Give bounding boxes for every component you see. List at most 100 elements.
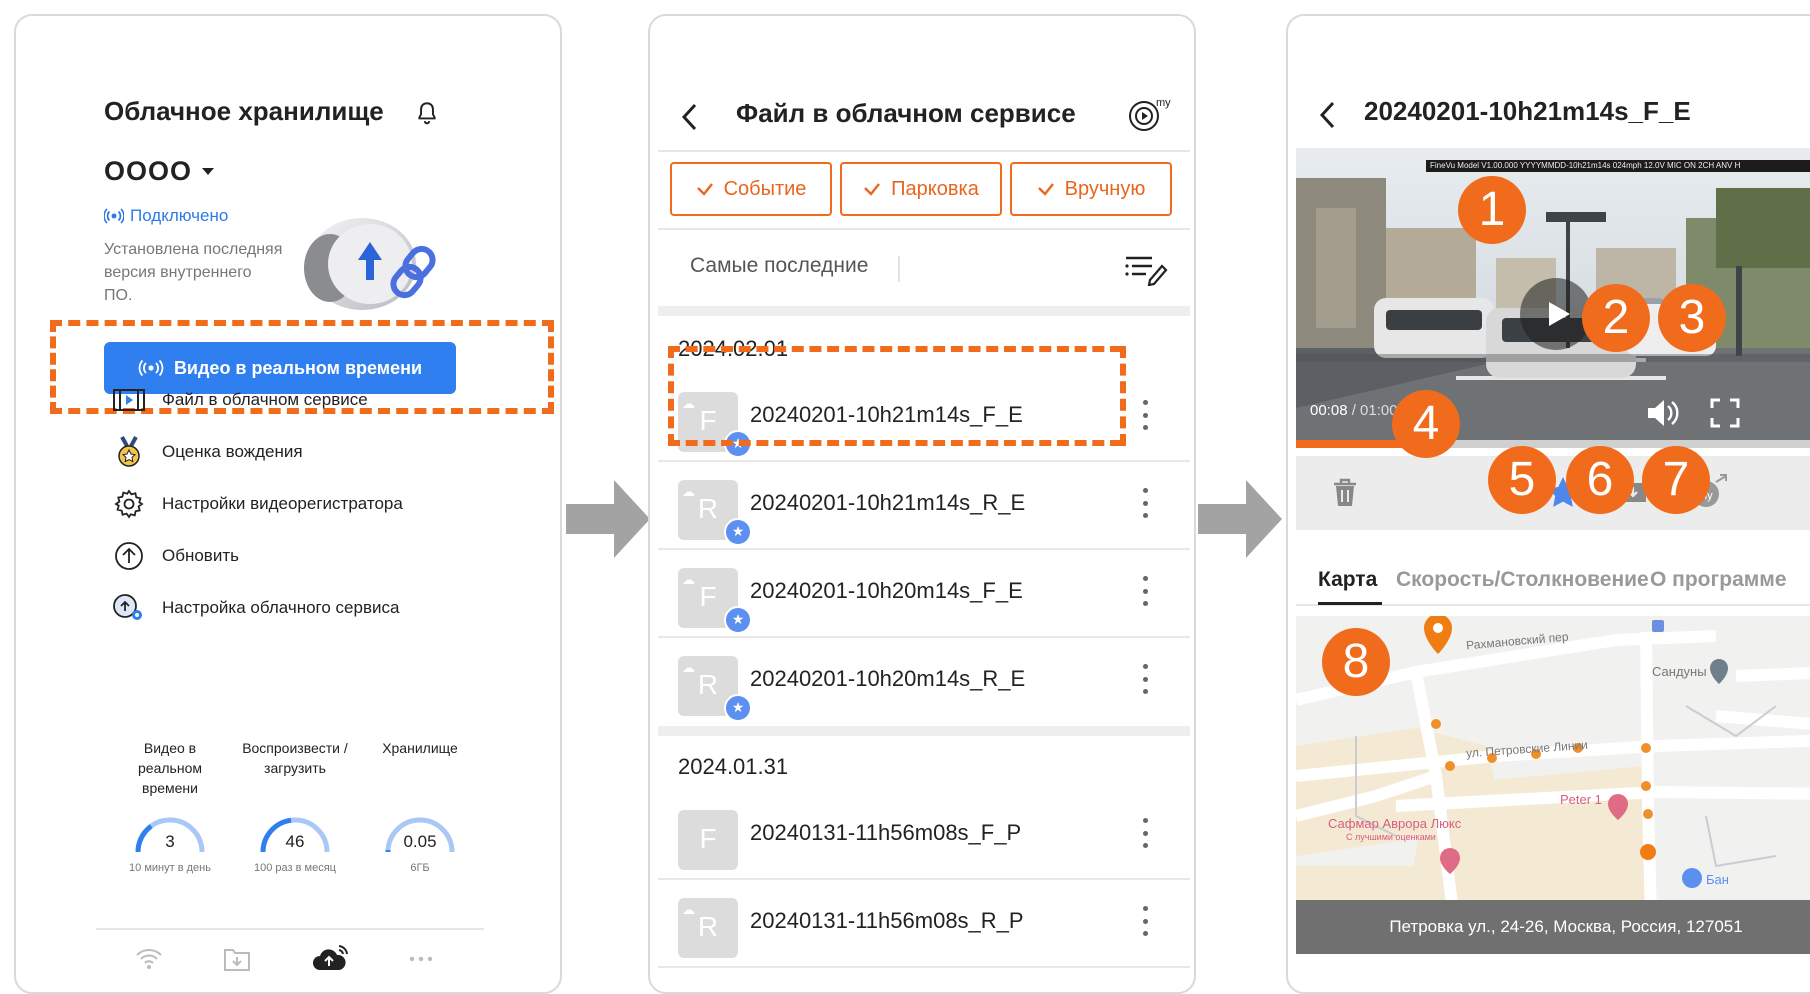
date-header: 2024.01.31 (678, 754, 789, 779)
section-separator (658, 726, 1190, 736)
more-options-icon[interactable] (1142, 400, 1148, 430)
firmware-note: Установлена последняя версия внутреннего… (104, 241, 283, 304)
highlight-box (668, 346, 1122, 446)
callout-badge: 8 (1322, 628, 1390, 696)
more-options-icon[interactable] (1142, 488, 1148, 518)
edit-list-icon[interactable] (1124, 252, 1168, 286)
film-icon (113, 389, 145, 411)
filter-parking-button[interactable]: Парковка (840, 162, 1002, 216)
stat-live: Видео в реальном времени 3 10 минут в де… (114, 738, 226, 876)
more-options-icon[interactable] (1142, 906, 1148, 936)
file-name: 20240131-11h56m08s_R_P (750, 908, 1024, 933)
tab-map[interactable]: Карта (1318, 568, 1377, 592)
progress-bar[interactable] (1296, 440, 1810, 448)
chevron-down-icon[interactable] (202, 168, 214, 175)
menu-label: Обновить (162, 546, 239, 565)
menu-dashcam-settings[interactable]: Настройки видеорегистратора (112, 486, 403, 522)
page-title: 20240201-10h21m14s_F_E (1364, 96, 1691, 126)
wifi-icon[interactable] (134, 947, 164, 971)
poi-label: Peter 1 (1560, 792, 1602, 807)
filter-manual-button[interactable]: Вручную (1010, 162, 1172, 216)
file-row[interactable]: ☁ R ★ 20240201-10h20m14s_R_E (658, 638, 1190, 726)
time-current: 00:08 (1310, 402, 1348, 419)
my-cloud-logo-icon[interactable]: my (1124, 94, 1172, 132)
video-thumbnail: F (678, 810, 738, 870)
more-options-icon[interactable] (1142, 818, 1148, 848)
stat-label: Хранилище (382, 740, 458, 756)
menu-driving-score[interactable]: Оценка вождения (112, 434, 303, 470)
more-options-icon[interactable] (1142, 664, 1148, 694)
callout-badge: 1 (1458, 176, 1526, 244)
file-row[interactable]: ☁ R ★ 20240201-10h21m14s_R_E (658, 462, 1190, 550)
stat-label: Воспроизвести /загрузить (242, 740, 348, 776)
video-thumbnail: ☁ R (678, 898, 738, 958)
cloud-storage-screen: Облачное хранилище OOOO Подключено Устан… (14, 14, 562, 994)
tab-about[interactable]: О программе (1650, 568, 1787, 592)
camera-letter: F (699, 823, 717, 854)
callout-badge: 3 (1658, 284, 1726, 352)
filter-label: Событие (723, 177, 807, 200)
bell-icon[interactable] (414, 100, 440, 126)
filter-label: Парковка (891, 177, 979, 200)
stat-limit: 6ГБ (410, 862, 430, 874)
device-name[interactable]: OOOO (104, 156, 192, 187)
tab-speed-collision[interactable]: Скорость/Столкновение (1396, 568, 1649, 592)
time-total: / 01:00 (1351, 402, 1398, 419)
menu-cloud-settings[interactable]: Настройка облачного сервиса (112, 590, 399, 626)
trash-icon[interactable] (1332, 478, 1358, 508)
back-arrow-icon[interactable] (1318, 100, 1336, 130)
file-name: 20240201-10h21m14s_R_E (750, 490, 1026, 515)
stat-limit: 100 раз в месяц (254, 862, 336, 874)
section-separator (658, 306, 1190, 316)
menu-label: Оценка вождения (162, 442, 303, 461)
cloud-icon[interactable] (311, 944, 349, 974)
file-row[interactable]: F 20240131-11h56m08s_F_P (658, 792, 1190, 880)
flow-arrow-icon (566, 480, 650, 558)
flow-arrow-icon (1198, 480, 1282, 558)
menu-update[interactable]: Обновить (112, 538, 239, 574)
fullscreen-icon[interactable] (1710, 398, 1740, 428)
highlight-box-edge (1120, 346, 1126, 446)
download-folder-icon[interactable] (223, 946, 251, 972)
divider (658, 228, 1190, 230)
poi-label: Сафмар Аврора Люкс (1328, 816, 1462, 831)
cloud-upload-illustration (304, 218, 436, 310)
callout-badge: 5 (1488, 446, 1556, 514)
usage-gauge: 0.05 (380, 806, 460, 858)
live-broadcast-icon (138, 359, 164, 377)
back-arrow-icon[interactable] (680, 102, 698, 132)
callout-badge: 7 (1642, 446, 1710, 514)
check-icon (864, 183, 881, 196)
file-row[interactable]: ☁ F ★ 20240201-10h20m14s_F_E (658, 550, 1190, 638)
star-icon: ★ (724, 518, 752, 546)
file-row[interactable]: ☁ R 20240131-11h56m08s_R_P (658, 880, 1190, 968)
more-icon[interactable] (408, 955, 434, 963)
stat-value: 3 (165, 832, 175, 851)
filter-event-button[interactable]: Событие (670, 162, 832, 216)
divider (658, 150, 1190, 152)
page-title: Файл в облачном сервисе (736, 98, 1076, 128)
usage-stats: Видео в реальном времени 3 10 минут в де… (114, 738, 476, 876)
connection-status: Подключено (104, 206, 228, 226)
stat-label: Видео в реальном времени (138, 740, 202, 796)
check-icon (1037, 183, 1054, 196)
cloud-settings-icon (113, 594, 142, 620)
active-tab-indicator (1318, 602, 1382, 605)
divider (898, 256, 900, 282)
filter-label: Вручную (1064, 177, 1146, 200)
gear-icon (114, 489, 144, 519)
sort-dropdown[interactable]: Самые последние (690, 254, 868, 278)
callout-badge: 4 (1392, 390, 1460, 458)
poi-sublabel: С лучшими оценками (1346, 832, 1436, 842)
bottom-nav (134, 944, 434, 974)
poi-label: Бан (1706, 872, 1729, 887)
menu-cloud-files[interactable]: Файл в облачном сервисе (112, 382, 368, 418)
stat-playback: Воспроизвести /загрузить 46 100 раз в ме… (239, 738, 351, 876)
poi-label: Сандуны (1652, 664, 1707, 679)
volume-icon[interactable] (1646, 398, 1682, 428)
svg-text:my: my (1156, 97, 1171, 109)
file-name: 20240201-10h20m14s_R_E (750, 666, 1026, 691)
callout-badge: 6 (1566, 446, 1634, 514)
more-options-icon[interactable] (1142, 576, 1148, 606)
menu-label: Настройка облачного сервиса (162, 598, 400, 617)
